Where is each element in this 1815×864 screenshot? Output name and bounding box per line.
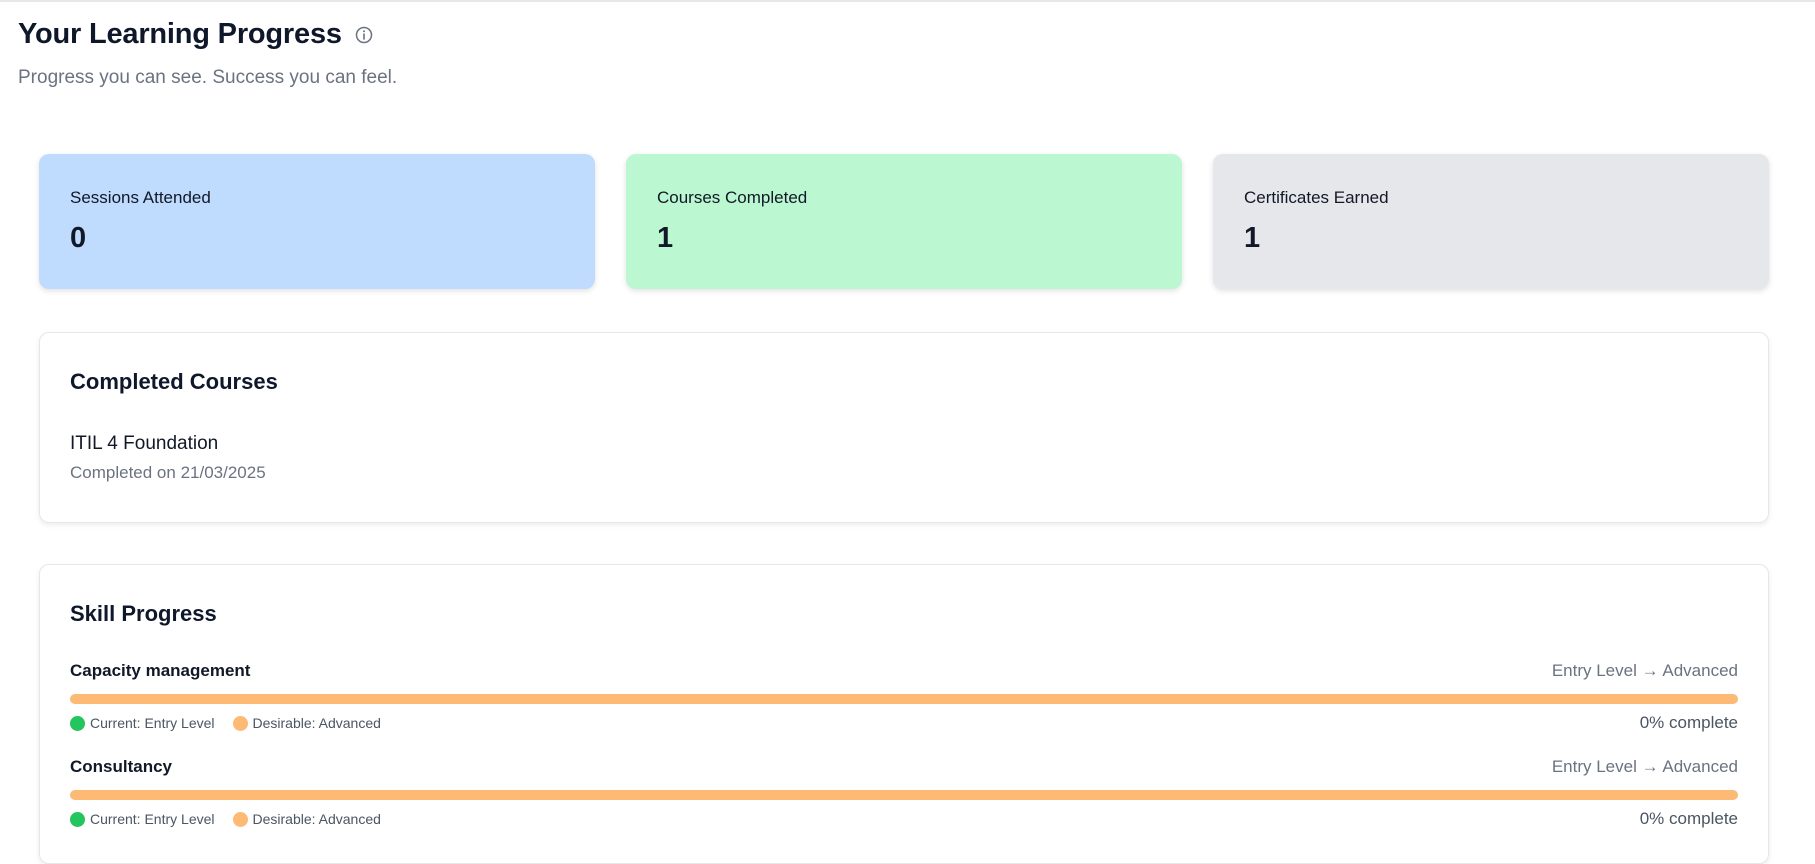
page-subtitle: Progress you can see. Success you can fe…: [18, 67, 398, 88]
stat-card-sessions: Sessions Attended 0: [39, 154, 595, 289]
stat-card-certificates: Certificates Earned 1: [1213, 154, 1769, 289]
title-row: Your Learning Progress: [18, 18, 397, 51]
stat-value: 1: [657, 222, 674, 254]
skill-percent-complete: 0% complete: [1639, 713, 1738, 732]
skill-item-consultancy: Consultancy Entry Level → Advanced Curre…: [70, 757, 1738, 829]
page-title: Your Learning Progress: [18, 18, 342, 50]
page-header: Your Learning Progress Progress you can …: [18, 18, 397, 89]
desirable-dot-icon: [232, 715, 248, 731]
skill-item-capacity-management: Capacity management Entry Level → Advanc…: [70, 661, 1738, 733]
skill-progress-bar: [70, 790, 1738, 800]
legend-desirable: Desirable: Advanced: [232, 811, 381, 827]
skill-name: Capacity management: [70, 661, 251, 680]
stat-value: 1: [1244, 222, 1261, 254]
skill-foot: Current: Entry Level Desirable: Advanced…: [70, 713, 1738, 733]
stat-label: Courses Completed: [657, 188, 808, 207]
skill-legend: Current: Entry Level Desirable: Advanced: [70, 715, 381, 731]
skill-head: Consultancy Entry Level → Advanced: [70, 757, 1738, 777]
skill-progress-card: Skill Progress Capacity management Entry…: [39, 564, 1769, 864]
completed-course-item: ITIL 4 Foundation Completed on 21/03/202…: [70, 433, 1738, 483]
learning-progress-page: Your Learning Progress Progress you can …: [0, 0, 1815, 864]
legend-desirable-label: Desirable: Advanced: [252, 715, 381, 731]
legend-desirable-label: Desirable: Advanced: [252, 811, 381, 827]
completed-courses-title: Completed Courses: [70, 369, 278, 394]
completed-courses-card: Completed Courses ITIL 4 Foundation Comp…: [39, 332, 1769, 523]
skill-head: Capacity management Entry Level → Advanc…: [70, 661, 1738, 681]
legend-current-label: Current: Entry Level: [90, 811, 215, 827]
stat-card-courses: Courses Completed 1: [626, 154, 1182, 289]
legend-current: Current: Entry Level: [70, 715, 215, 731]
legend-current-label: Current: Entry Level: [90, 715, 215, 731]
stats-row: Sessions Attended 0 Courses Completed 1 …: [39, 154, 1769, 289]
skill-range: Entry Level → Advanced: [1551, 661, 1738, 680]
skill-percent-complete: 0% complete: [1639, 809, 1738, 828]
skill-progress-bar: [70, 694, 1738, 704]
legend-current: Current: Entry Level: [70, 811, 215, 827]
stat-label: Sessions Attended: [70, 188, 211, 207]
course-completed-date: Completed on 21/03/2025: [70, 463, 266, 482]
skill-range: Entry Level → Advanced: [1551, 757, 1738, 776]
skill-progress-title: Skill Progress: [70, 601, 217, 626]
stat-value: 0: [70, 222, 87, 254]
stat-label: Certificates Earned: [1244, 188, 1389, 207]
info-circle-icon[interactable]: [354, 25, 374, 45]
legend-desirable: Desirable: Advanced: [232, 715, 381, 731]
skill-legend: Current: Entry Level Desirable: Advanced: [70, 811, 381, 827]
current-dot-icon: [70, 811, 85, 827]
skill-foot: Current: Entry Level Desirable: Advanced…: [70, 809, 1738, 829]
current-dot-icon: [70, 715, 85, 731]
skill-name: Consultancy: [70, 757, 173, 776]
course-name: ITIL 4 Foundation: [70, 433, 219, 454]
desirable-dot-icon: [232, 811, 248, 827]
